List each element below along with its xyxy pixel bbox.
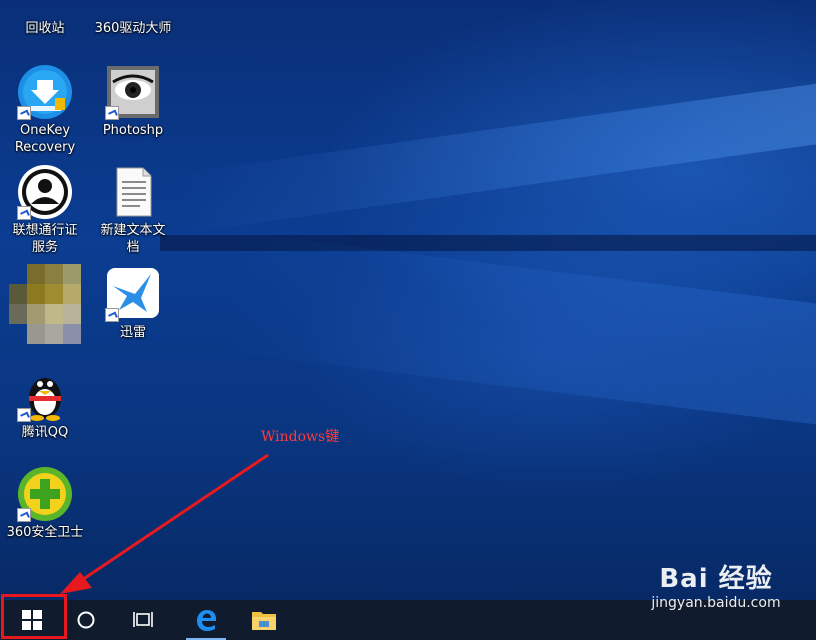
photoshop-icon (105, 64, 161, 120)
new-text-label-line1: 新建文本文 (100, 223, 166, 238)
cortana-circle-icon (77, 611, 95, 629)
edge-icon (197, 610, 216, 631)
new-text-label-line2: 档 (126, 240, 140, 255)
xunlei-label: 迅雷 (119, 325, 146, 340)
shortcut-arrow-icon (17, 106, 31, 120)
lenovo-id-icon (17, 164, 73, 220)
annotation-text: Windows键 (261, 429, 340, 445)
xunlei-bird-icon (105, 266, 161, 322)
lenovo-id-label-line2: 服务 (31, 240, 58, 255)
file-explorer-icon (252, 612, 276, 630)
photoshop-label: Photoshp (102, 123, 164, 138)
desktop-icon-onekey-recovery[interactable]: OneKey Recovery (0, 64, 90, 156)
watermark-line1: Bai 经验 (659, 564, 773, 594)
baidu-jingyan-watermark: Bai 经验 jingyan.baidu.com (636, 558, 796, 611)
qq-label: 腾讯QQ (21, 425, 69, 440)
text-document-icon (105, 164, 161, 220)
onekey-label-line1: OneKey (19, 123, 71, 138)
desktop-icon-qq[interactable]: 腾讯QQ (0, 366, 90, 441)
shortcut-arrow-icon (17, 206, 31, 220)
onekey-label-line2: Recovery (14, 140, 76, 155)
desktop-icon-lenovo-id[interactable]: 联想通行证 服务 (0, 164, 90, 256)
watermark-line2: jingyan.baidu.com (651, 595, 781, 611)
lenovo-id-label-line1: 联想通行证 (12, 223, 78, 238)
desktop-icon-360-driver[interactable]: 360驱动大师 (88, 0, 178, 37)
360-driver-icon (105, 0, 161, 34)
task-view-icon (133, 612, 153, 627)
desktop-icon-recycle-bin[interactable]: 回收站 (0, 0, 90, 37)
desktop-icon-new-text-doc[interactable]: 新建文本文 档 (88, 164, 178, 256)
shortcut-arrow-icon (17, 408, 31, 422)
shortcut-arrow-icon (105, 106, 119, 120)
shortcut-arrow-icon (17, 508, 31, 522)
qq-penguin-icon (17, 366, 73, 422)
cortana-button[interactable] (62, 600, 110, 640)
desktop-icon-360-safe[interactable]: 360安全卫士 (0, 466, 90, 541)
recycle-bin-icon (17, 0, 73, 34)
edge-taskbar-button[interactable] (182, 600, 230, 640)
360-safe-icon (17, 466, 73, 522)
onekey-recovery-icon (17, 64, 73, 120)
desktop-icon-blurred[interactable] (0, 264, 90, 344)
file-explorer-taskbar-button[interactable] (240, 600, 288, 640)
shortcut-arrow-icon (105, 308, 119, 322)
desktop-icon-xunlei[interactable]: 迅雷 (88, 266, 178, 341)
360-safe-label: 360安全卫士 (6, 525, 84, 540)
desktop-icon-photoshop[interactable]: Photoshp (88, 64, 178, 139)
pixelated-icon (9, 264, 81, 344)
start-button-highlight (1, 594, 67, 639)
task-view-button[interactable] (120, 600, 168, 640)
